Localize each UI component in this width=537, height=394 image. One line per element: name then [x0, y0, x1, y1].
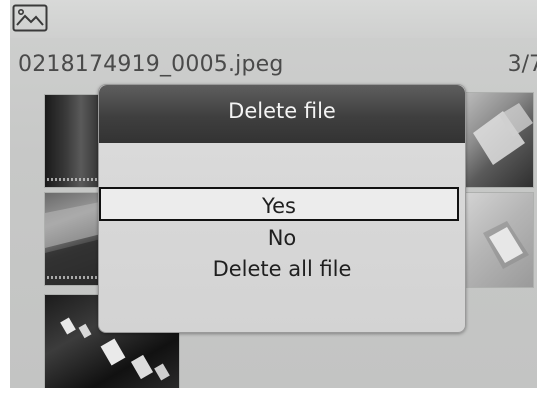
thumbnail[interactable] [44, 192, 106, 286]
dialog-header: Delete file [99, 85, 465, 143]
thumbnail-image [483, 221, 529, 269]
gallery-icon[interactable] [12, 4, 48, 32]
thumbnail-timestamp-strip [47, 276, 103, 279]
option-no[interactable]: No [99, 223, 465, 253]
camera-screen: 0218174919_0005.jpeg 3/7 Delete file Yes… [10, 0, 537, 388]
dialog-title: Delete file [228, 99, 336, 123]
thumbnail-image [473, 103, 533, 165]
delete-file-dialog: Delete file Yes No Delete all file [98, 84, 466, 333]
thumbnail[interactable] [44, 94, 106, 188]
thumbnail-image [45, 201, 105, 285]
file-name: 0218174919_0005.jpeg [18, 52, 284, 77]
option-yes[interactable]: Yes [99, 187, 459, 221]
thumbnail-timestamp-strip [47, 178, 103, 181]
top-bar [10, 0, 537, 38]
option-delete-all-file[interactable]: Delete all file [99, 254, 465, 284]
file-info-bar: 0218174919_0005.jpeg 3/7 [10, 46, 537, 86]
device-frame: 0218174919_0005.jpeg 3/7 Delete file Yes… [0, 0, 537, 394]
thumbnail[interactable] [462, 92, 534, 188]
file-counter: 3/7 [507, 52, 537, 77]
thumbnail[interactable] [462, 192, 534, 288]
